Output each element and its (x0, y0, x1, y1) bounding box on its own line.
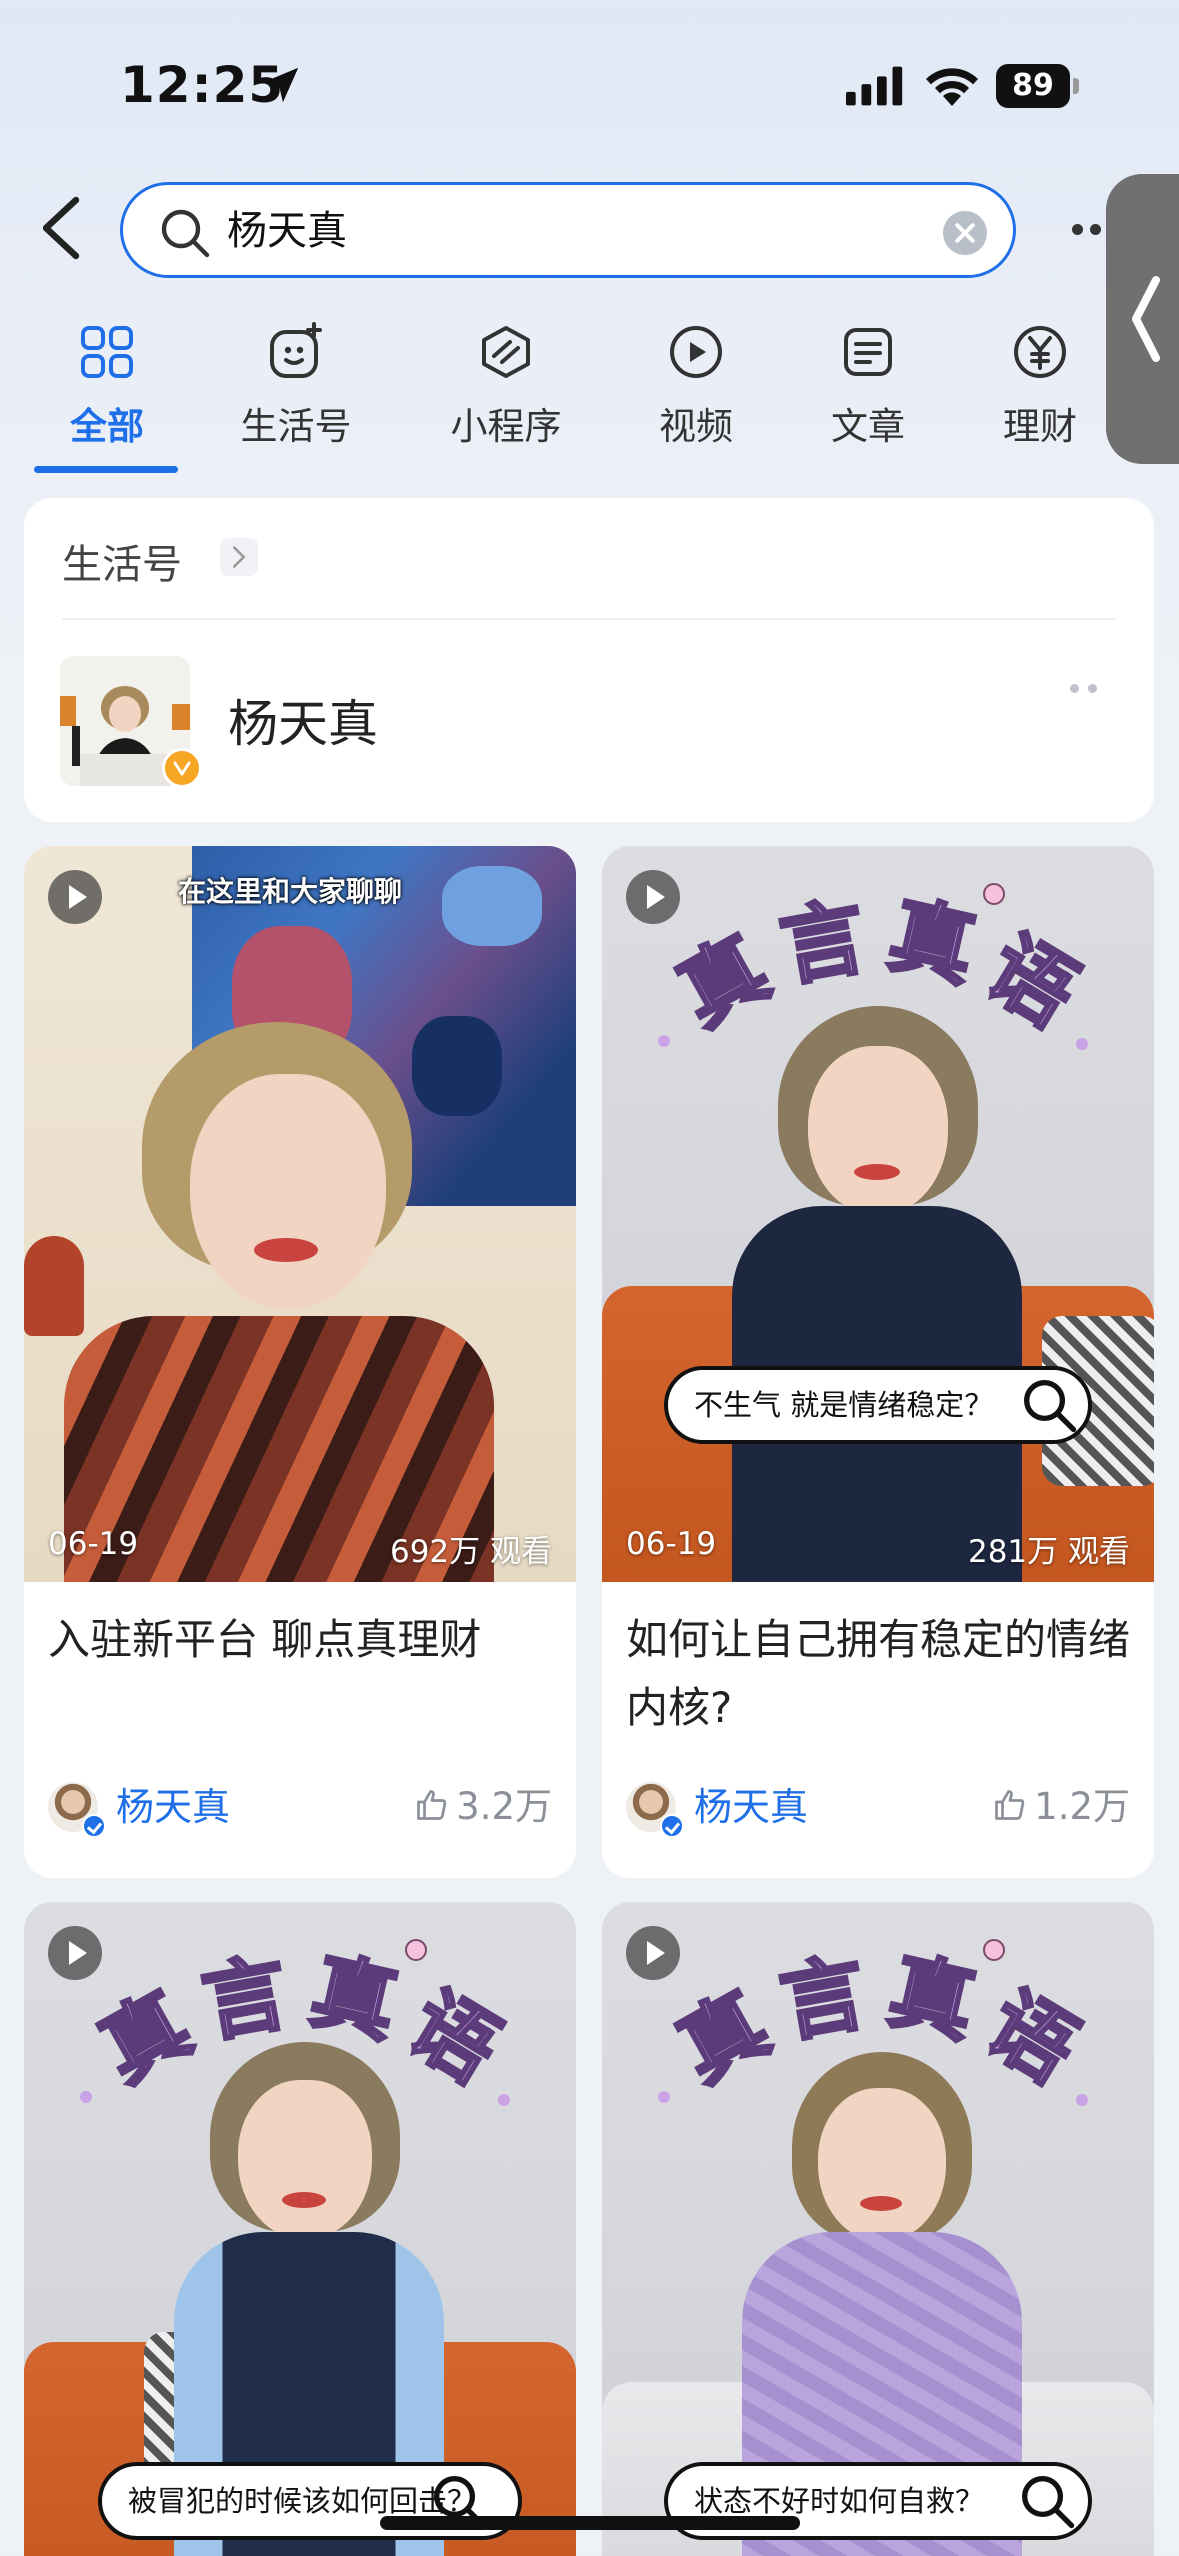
person-lips (860, 2196, 902, 2211)
author-name[interactable]: 杨天真 (116, 1782, 230, 1832)
play-icon (626, 1926, 680, 1980)
video-views: 281万 观看 (967, 1534, 1130, 1570)
like-count-text: 1.2万 (1034, 1785, 1130, 1828)
category-tabs: 全部 生活号 小程序 视频 文章 理财 (0, 310, 1100, 480)
play-icon (626, 870, 680, 924)
chevron-left-icon (1132, 276, 1160, 362)
decor-vase (24, 1236, 84, 1336)
person-face (190, 1074, 386, 1310)
tab-finance[interactable]: 理财 (960, 310, 1120, 470)
person-face (808, 1046, 948, 1216)
battery-level: 89 (996, 64, 1070, 108)
wifi-icon (926, 68, 978, 106)
video-thumbnail[interactable]: 真言真语 状态不好时如何自救？ (602, 1902, 1154, 2556)
video-views: 692万 观看 (389, 1534, 552, 1570)
search-icon (1024, 1380, 1077, 1433)
account-more-button[interactable] (1068, 684, 1102, 698)
painting-shape (412, 1016, 502, 1116)
video-thumbnail[interactable]: 真言真语 不生气 就是情绪稳定？ 06-19 281万 观看 (602, 846, 1154, 1582)
person-lips (282, 2192, 326, 2208)
tab-label: 全部 (70, 405, 144, 448)
person-lips (854, 1164, 900, 1180)
more-dot-icon (1070, 684, 1079, 693)
verified-check-icon (82, 1814, 106, 1838)
thumbs-up-icon (417, 1790, 447, 1820)
person-lips (254, 1238, 318, 1262)
section-more-button[interactable] (220, 538, 258, 576)
tab-label: 文章 (831, 405, 905, 448)
finance-icon (1014, 326, 1066, 378)
verified-check-icon (660, 1814, 684, 1838)
chevron-right-icon (233, 546, 246, 568)
person-face (238, 2080, 372, 2240)
mini-program-icon (482, 326, 530, 378)
video-icon (670, 326, 722, 378)
search-input[interactable]: 杨天真 (120, 182, 1016, 278)
more-dot-icon (1072, 224, 1083, 235)
search-icon (161, 209, 210, 258)
tab-all[interactable]: 全部 (27, 310, 187, 470)
video-card[interactable]: 真言真语 被冒犯的时候该如何回击？ (24, 1902, 576, 2556)
tab-label: 理财 (1003, 405, 1077, 448)
home-indicator[interactable] (380, 2516, 800, 2530)
clear-search-button[interactable] (943, 211, 987, 255)
article-icon (844, 328, 892, 376)
like-count-text: 3.2万 (456, 1785, 552, 1828)
question-bubble: 不生气 就是情绪稳定？ (664, 1366, 1092, 1444)
status-bar: 12:25 89 (0, 0, 1179, 170)
video-overlay-caption: 在这里和大家聊聊 (178, 875, 403, 908)
battery-indicator: 89 (996, 64, 1080, 108)
person-face (818, 2088, 946, 2242)
video-date: 06-19 (626, 1526, 717, 1562)
search-icon (1022, 2476, 1075, 2529)
video-date: 06-19 (48, 1526, 139, 1562)
active-tab-indicator (34, 466, 178, 473)
tab-mini-program[interactable]: 小程序 (426, 310, 586, 470)
divider (62, 618, 1116, 620)
tab-video[interactable]: 视频 (616, 310, 776, 470)
account-name[interactable]: 杨天真 (228, 684, 378, 756)
play-icon (48, 870, 102, 924)
like-count[interactable]: 1.2万 (992, 1782, 1130, 1832)
life-account-icon (270, 322, 322, 378)
video-thumbnail[interactable]: 真言真语 被冒犯的时候该如何回击？ (24, 1902, 576, 2556)
play-icon (48, 1926, 102, 1980)
tab-life-account[interactable]: 生活号 (216, 310, 376, 470)
location-arrow-icon (263, 67, 299, 103)
search-query[interactable]: 杨天真 (227, 205, 347, 257)
verified-badge-icon (162, 748, 202, 788)
life-account-card: 生活号 杨天真 (24, 498, 1154, 822)
tab-article[interactable]: 文章 (788, 310, 948, 470)
video-card[interactable]: 真言真语 不生气 就是情绪稳定？ 06-19 281万 观看 如何让自己拥有稳定… (602, 846, 1154, 1878)
tab-label: 小程序 (450, 405, 562, 448)
tab-label: 生活号 (240, 405, 352, 448)
painting-shape (442, 866, 542, 946)
back-button[interactable] (36, 196, 88, 260)
battery-tip (1073, 78, 1079, 94)
more-dot-icon (1090, 224, 1101, 235)
thumbs-up-icon (995, 1790, 1025, 1820)
section-title[interactable]: 生活号 (62, 532, 182, 590)
like-count[interactable]: 3.2万 (414, 1782, 552, 1832)
video-card[interactable]: 真言真语 状态不好时如何自救？ (602, 1902, 1154, 2556)
cellular-signal-icon (846, 66, 903, 106)
video-title[interactable]: 如何让自己拥有稳定的情绪内核? (626, 1606, 1136, 1742)
video-title[interactable]: 入驻新平台 聊点真理财 (48, 1606, 558, 1674)
tab-label: 视频 (659, 405, 733, 448)
grid-icon (81, 326, 133, 378)
video-thumbnail[interactable]: 在这里和大家聊聊 06-19 692万 观看 (24, 846, 576, 1582)
more-dot-icon (1088, 684, 1097, 693)
video-card[interactable]: 在这里和大家聊聊 06-19 692万 观看 入驻新平台 聊点真理财 杨天真 3… (24, 846, 576, 1878)
author-name[interactable]: 杨天真 (694, 1782, 808, 1832)
bubble-text: 不生气 就是情绪稳定？ (694, 1388, 994, 1422)
